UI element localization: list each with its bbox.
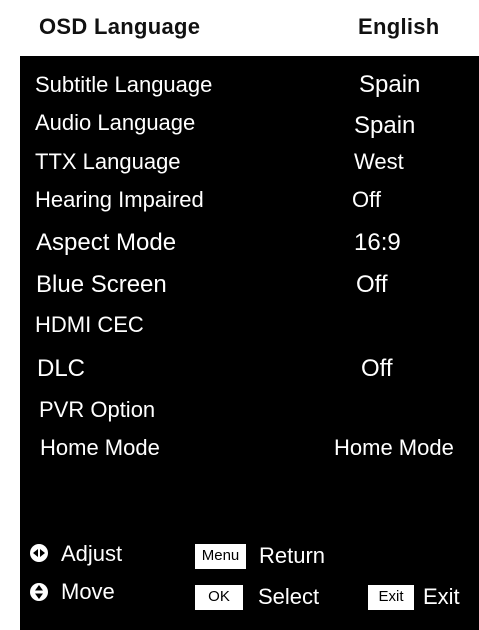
osd-menu-screen: OSD Language English Subtitle Language S… [0,0,479,630]
up-down-arrows-icon [30,583,48,601]
menu-item-label: HDMI CEC [35,312,144,337]
exit-key[interactable]: Exit [368,585,414,610]
menu-item-label: Home Mode [40,435,160,460]
exit-label: Exit [423,584,460,609]
ok-key[interactable]: OK [195,585,243,610]
exit-key-label: Exit [378,588,404,605]
menu-item-value: Spain [359,71,421,98]
menu-item-label: DLC [37,355,86,382]
return-label: Return [259,543,326,568]
menu-item-value: Off [361,355,393,382]
menu-item-value: Off [352,187,381,212]
adjust-label: Adjust [61,541,123,566]
select-label: Select [258,584,320,609]
menu-item-value: Home Mode [334,435,454,460]
menu-item-value: 16:9 [354,229,401,256]
menu-item-label: Hearing Impaired [35,187,204,212]
menu-item-value: West [354,149,404,174]
osd-language-label: OSD Language [39,14,201,39]
menu-item-label: Subtitle Language [35,72,213,97]
menu-key[interactable]: Menu [195,544,246,569]
osd-language-value: English [358,14,440,39]
menu-item-value: Spain [354,112,416,139]
menu-item-label: Audio Language [35,110,196,135]
menu-key-label: Menu [201,547,240,564]
move-label: Move [61,579,115,604]
menu-item-label: Blue Screen [36,271,167,298]
menu-item-label: TTX Language [35,149,181,174]
osd-language-header[interactable]: OSD Language English [0,0,479,56]
menu-item-label: Aspect Mode [36,229,177,256]
ok-key-label: OK [208,588,230,605]
menu-item-value: Off [356,271,388,298]
left-right-arrows-icon [30,544,48,562]
menu-item-label: PVR Option [39,397,156,422]
